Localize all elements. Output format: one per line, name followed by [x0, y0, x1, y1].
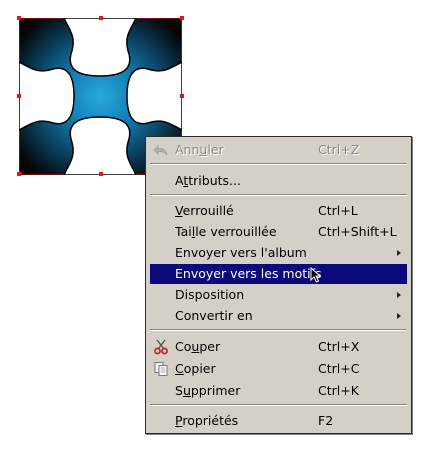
menu-item-attributes[interactable]: Attributs... [150, 171, 407, 191]
menu-item-label: Propriétés [175, 413, 239, 428]
selection-handle-mr[interactable] [180, 94, 184, 98]
selection-handle-tl[interactable] [17, 16, 21, 20]
submenu-arrow-icon [397, 313, 401, 319]
menu-item-convert-to[interactable]: Convertir en [150, 306, 407, 326]
menu-item-label: Supprimer [175, 383, 241, 398]
menu-item-accelerator: Ctrl+K [318, 383, 359, 398]
menu-item-label: Annuler [175, 142, 224, 157]
menu-item-locked[interactable]: Verrouillé Ctrl+L [150, 201, 407, 221]
menu-item-layout[interactable]: Disposition [150, 285, 407, 305]
selection-handle-bc[interactable] [99, 172, 103, 176]
menu-item-size-locked[interactable]: Taille verrouillée Ctrl+Shift+L [150, 222, 407, 242]
selection-handle-ml[interactable] [17, 94, 21, 98]
menu-item-label: Copier [175, 361, 216, 376]
menu-item-send-to-album[interactable]: Envoyer vers l'album [150, 243, 407, 263]
menu-item-accelerator: Ctrl+Z [318, 142, 360, 157]
menu-separator [150, 163, 407, 165]
menu-separator [150, 404, 407, 406]
menu-item-send-to-patterns[interactable]: Envoyer vers les motifs [150, 264, 407, 284]
menu-item-label: Taille verrouillée [175, 224, 277, 239]
context-menu: Annuler Ctrl+Z Attributs... Verrouillé C… [145, 136, 412, 434]
menu-item-properties[interactable]: Propriétés F2 [150, 411, 407, 431]
menu-item-label: Envoyer vers l'album [175, 245, 307, 260]
menu-item-label: Verrouillé [175, 203, 234, 218]
menu-item-label: Convertir en [175, 308, 253, 323]
menu-item-label: Disposition [175, 287, 245, 302]
selection-handle-bl[interactable] [17, 172, 21, 176]
menu-item-accelerator: Ctrl+L [318, 203, 358, 218]
menu-item-label: Attributs... [175, 173, 241, 188]
menu-item-copy[interactable]: Copier Ctrl+C [150, 359, 407, 379]
submenu-arrow-icon [397, 292, 401, 298]
menu-separator [150, 329, 407, 331]
menu-item-accelerator: F2 [318, 413, 334, 428]
canvas[interactable]: Annuler Ctrl+Z Attributs... Verrouillé C… [0, 0, 430, 453]
scissors-icon [153, 339, 169, 355]
menu-item-cut[interactable]: Couper Ctrl+X [150, 337, 407, 357]
undo-icon [153, 142, 169, 158]
menu-separator [150, 194, 407, 196]
selection-handle-tc[interactable] [99, 16, 103, 20]
menu-item-accelerator: Ctrl+X [318, 339, 360, 354]
submenu-arrow-icon [397, 250, 401, 256]
menu-item-delete[interactable]: Supprimer Ctrl+K [150, 381, 407, 401]
menu-item-undo[interactable]: Annuler Ctrl+Z [150, 140, 407, 160]
copy-icon [153, 361, 169, 377]
menu-item-label: Envoyer vers les motifs [175, 266, 322, 281]
menu-item-accelerator: Ctrl+C [318, 361, 360, 376]
selection-handle-tr[interactable] [180, 16, 184, 20]
menu-item-accelerator: Ctrl+Shift+L [318, 224, 397, 239]
menu-item-label: Couper [175, 339, 221, 354]
